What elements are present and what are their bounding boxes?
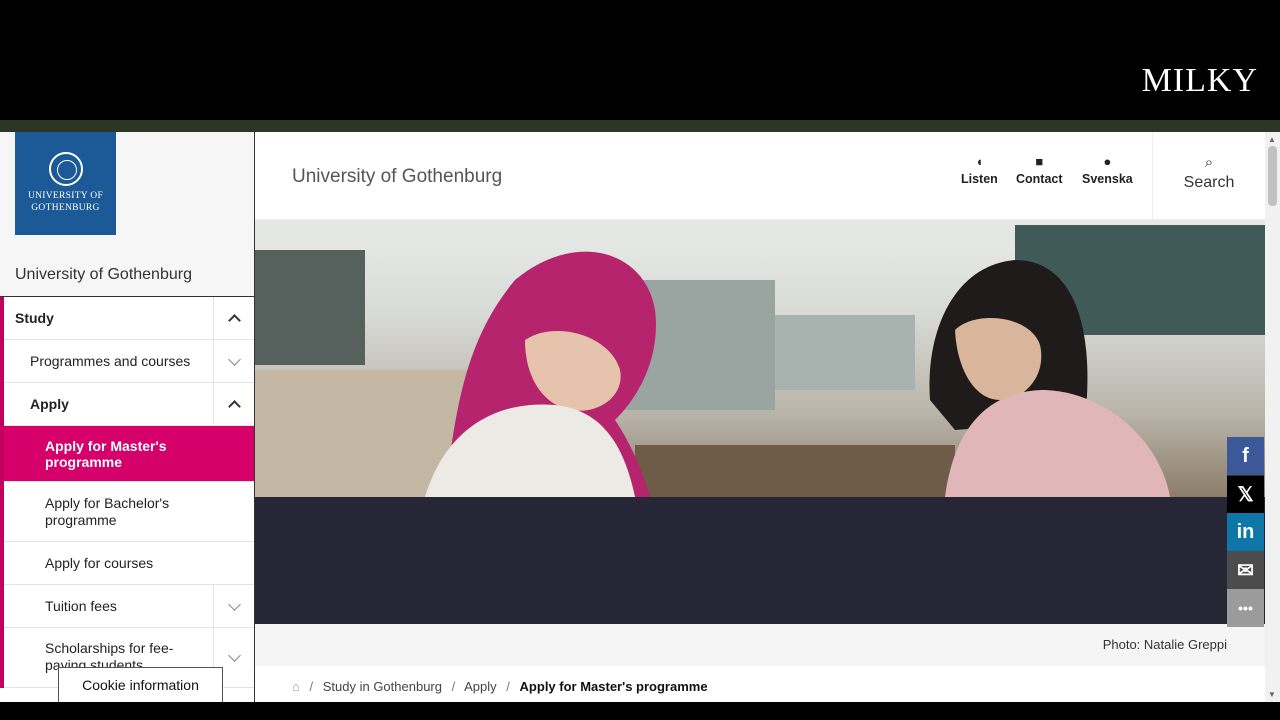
video-top-bar: MILKY — [0, 0, 1280, 120]
breadcrumb-link[interactable]: Apply — [464, 679, 497, 694]
scrollbar[interactable]: ▲ ▼ — [1265, 132, 1280, 702]
video-bottom-bar — [0, 702, 1280, 720]
hero-image — [255, 220, 1265, 497]
search-button[interactable]: ⌕ Search — [1152, 132, 1265, 220]
site-header: University of Gothenburg ◖ Listen ■ Cont… — [255, 132, 1265, 220]
sidebar-item-apply-courses[interactable]: Apply for courses — [4, 542, 254, 585]
seal-icon — [48, 152, 83, 186]
sidebar-title[interactable]: University of Gothenburg — [0, 254, 254, 297]
sidebar-item-label: Apply for courses — [45, 555, 154, 571]
sidebar-item-tuition[interactable]: Tuition fees — [4, 585, 254, 628]
logo-line1: UNIVERSITY OF — [27, 191, 104, 201]
ear-icon: ◖ — [975, 154, 984, 169]
scrollbar-thumb[interactable] — [1268, 146, 1277, 206]
sidebar-item-apply-bachelor[interactable]: Apply for Bachelor's programme — [4, 482, 254, 542]
university-logo[interactable]: UNIVERSITY OF GOTHENBURG — [15, 132, 116, 235]
breadcrumb: ⌂ / Study in Gothenburg / Apply / Apply … — [292, 679, 708, 694]
contact-button[interactable]: ■ Contact — [1016, 154, 1063, 186]
cookie-information-button[interactable]: Cookie information — [58, 667, 223, 702]
contact-label: Contact — [1016, 172, 1063, 186]
brand-watermark: MILKY — [1141, 62, 1258, 99]
breadcrumb-current: Apply for Master's programme — [519, 679, 708, 694]
logo-area: UNIVERSITY OF GOTHENBURG — [0, 132, 254, 254]
search-label: Search — [1183, 174, 1235, 191]
sidebar-item-label: Apply for Bachelor's programme — [45, 494, 170, 528]
main-content: University of Gothenburg ◖ Listen ■ Cont… — [255, 132, 1265, 702]
scroll-up-icon[interactable]: ▲ — [1268, 135, 1276, 144]
svenska-label: Svenska — [1082, 172, 1133, 186]
facebook-icon[interactable]: f — [1227, 437, 1264, 475]
svenska-button[interactable]: ● Svenska — [1082, 154, 1133, 186]
globe-icon: ● — [1103, 154, 1112, 169]
sidebar-item-study[interactable]: Study — [4, 297, 254, 340]
browser-page: UNIVERSITY OF GOTHENBURG University of G… — [0, 132, 1280, 702]
scroll-down-icon[interactable]: ▼ — [1268, 690, 1276, 699]
home-icon[interactable]: ⌂ — [292, 679, 300, 694]
chevron-up-icon[interactable] — [213, 383, 254, 425]
more-icon[interactable]: ••• — [1227, 589, 1264, 627]
sidebar-item-label: Apply for Master's programme — [45, 437, 167, 470]
photo-caption: Photo: Natalie Greppi — [255, 624, 1265, 666]
x-icon[interactable]: 𝕏 — [1227, 475, 1264, 513]
share-bar: f 𝕏 in ✉ ••• — [1227, 437, 1264, 627]
sidebar-item-apply[interactable]: Apply — [4, 383, 254, 426]
chevron-down-icon[interactable] — [213, 340, 254, 382]
logo-line2: GOTHENBURG — [31, 203, 100, 213]
chevron-up-icon[interactable] — [213, 297, 254, 339]
hero-band — [255, 497, 1265, 624]
site-name[interactable]: University of Gothenburg — [292, 166, 502, 188]
breadcrumb-link[interactable]: Study in Gothenburg — [323, 679, 442, 694]
search-icon: ⌕ — [1204, 154, 1214, 171]
chat-icon: ■ — [1035, 154, 1044, 169]
sidebar-item-apply-master[interactable]: Apply for Master's programme — [4, 426, 254, 482]
chevron-down-icon[interactable] — [213, 585, 254, 627]
listen-label: Listen — [961, 172, 998, 186]
linkedin-icon[interactable]: in — [1227, 513, 1264, 551]
sidebar-nav: Study Programmes and courses Apply Apply… — [0, 297, 254, 688]
hero-photo — [255, 220, 1265, 497]
sidebar-item-programmes[interactable]: Programmes and courses — [4, 340, 254, 383]
sidebar: UNIVERSITY OF GOTHENBURG University of G… — [0, 132, 255, 702]
divider — [0, 120, 1280, 132]
listen-button[interactable]: ◖ Listen — [961, 154, 998, 186]
email-icon[interactable]: ✉ — [1227, 551, 1264, 589]
